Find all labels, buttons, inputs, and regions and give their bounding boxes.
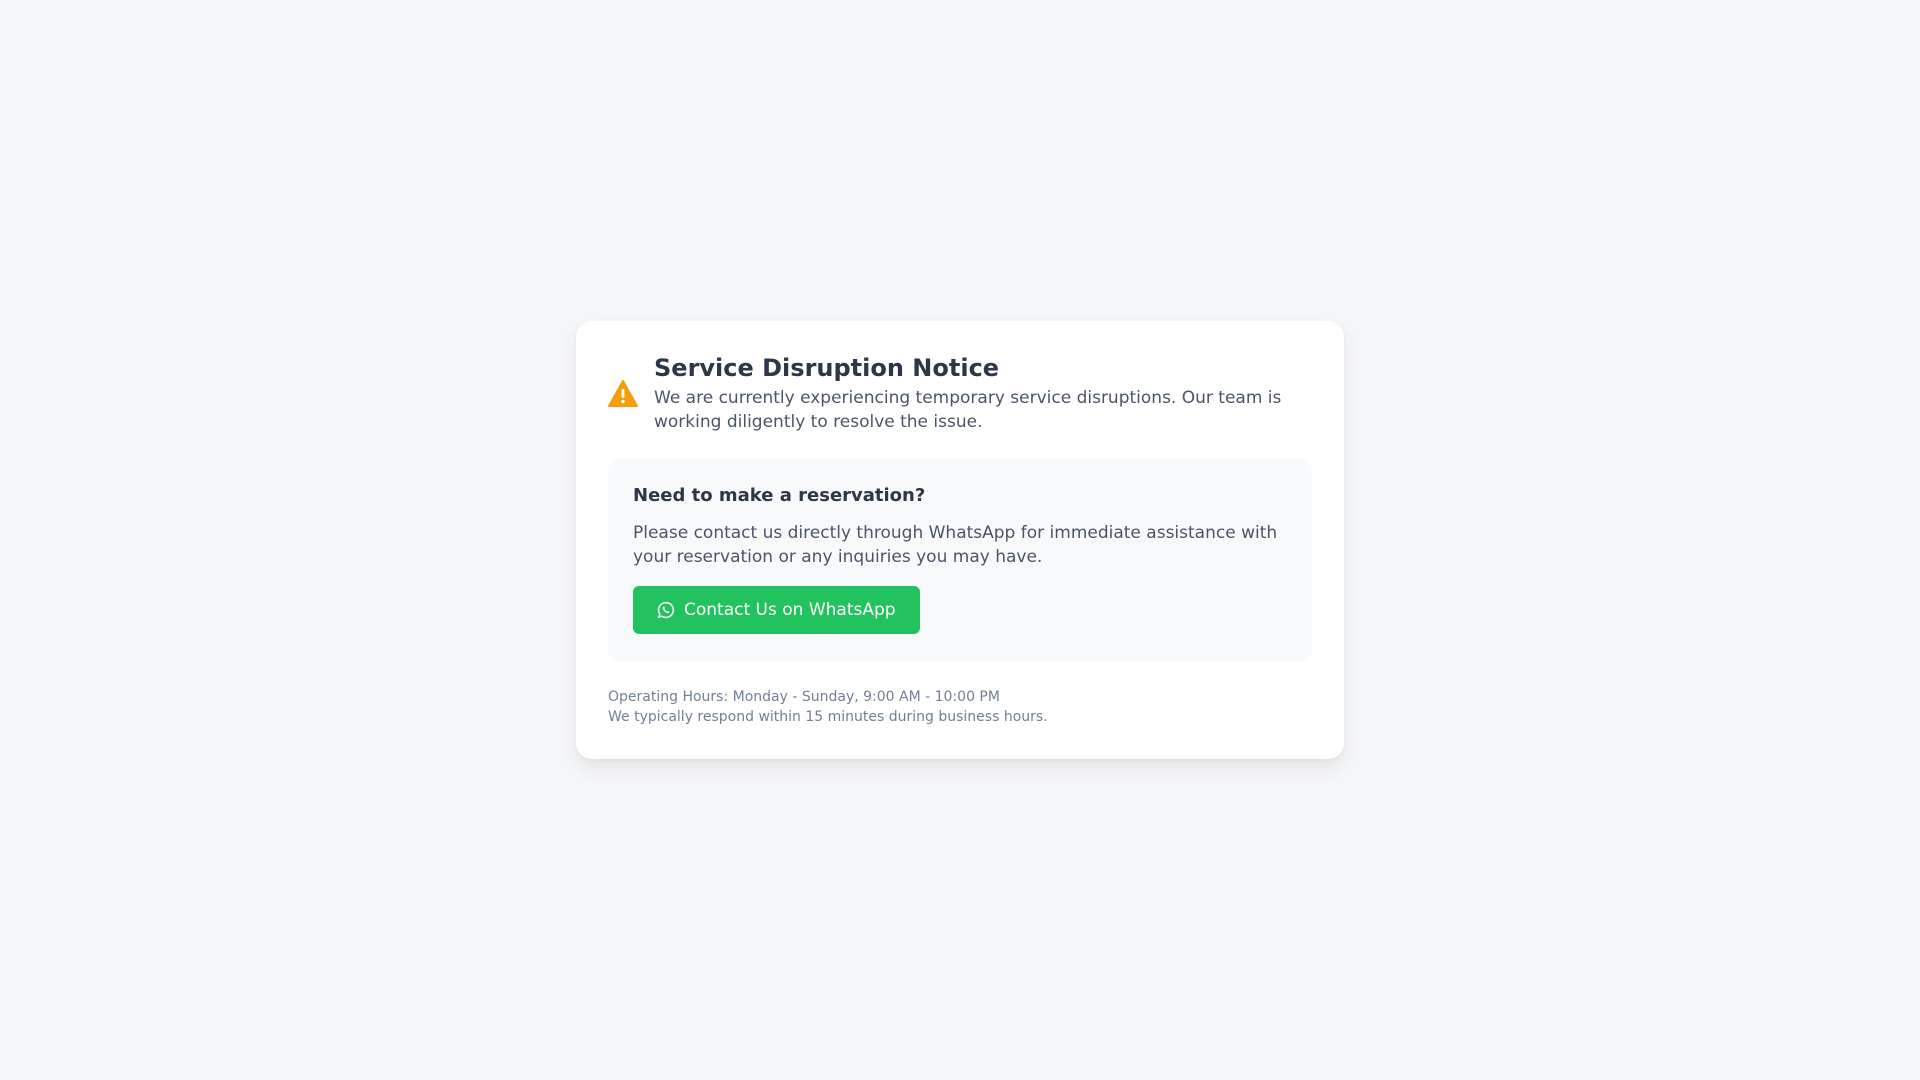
reservation-heading: Need to make a reservation? <box>633 485 926 506</box>
notice-title: Service Disruption Notice <box>654 354 1000 382</box>
notice-header-text: Service Disruption Notice We are current… <box>654 353 1312 434</box>
footer-info: Operating Hours: Monday - Sunday, 9:00 A… <box>608 687 1312 727</box>
contact-whatsapp-button[interactable]: Contact Us on WhatsApp <box>633 586 920 634</box>
warning-icon <box>608 379 638 408</box>
operating-hours: Operating Hours: Monday - Sunday, 9:00 A… <box>608 689 1000 705</box>
reservation-panel: Need to make a reservation? Please conta… <box>608 459 1312 662</box>
whatsapp-icon <box>657 601 675 619</box>
response-time-note: We typically respond within 15 minutes d… <box>608 709 1048 725</box>
reservation-text: Please contact us directly through Whats… <box>633 523 1278 567</box>
contact-whatsapp-label: Contact Us on WhatsApp <box>684 600 896 620</box>
notice-message: We are currently experiencing temporary … <box>654 388 1282 432</box>
notice-card: Service Disruption Notice We are current… <box>576 321 1344 759</box>
notice-header: Service Disruption Notice We are current… <box>608 353 1312 434</box>
